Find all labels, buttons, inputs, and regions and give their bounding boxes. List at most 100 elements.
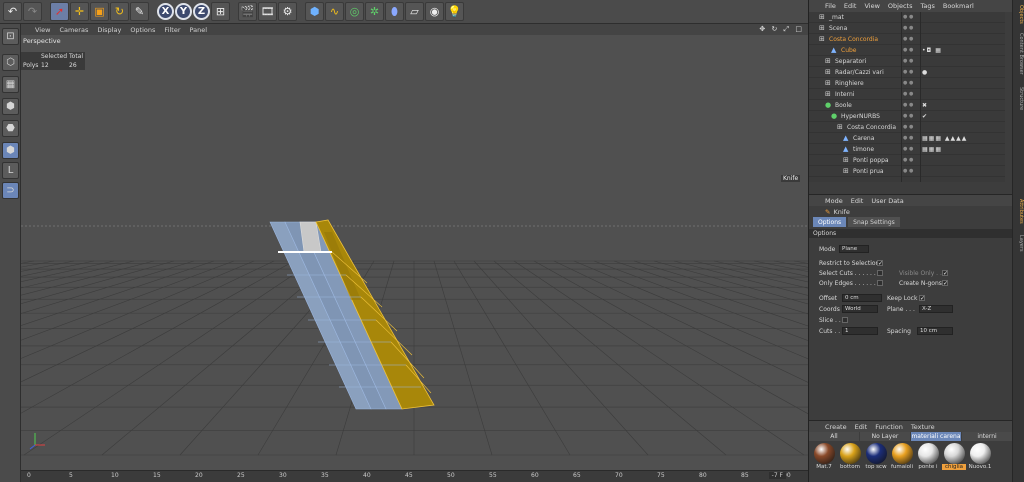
vp-menu-cameras[interactable]: Cameras [59, 26, 88, 34]
material-filter-tab[interactable]: All [809, 432, 859, 441]
om-menu-tags[interactable]: Tags [920, 2, 934, 10]
am-menu-edit[interactable]: Edit [851, 197, 864, 205]
object-row[interactable]: ⊞ Ponti prua ● ● [809, 166, 1005, 177]
texture-mode-icon[interactable]: ▦ [2, 76, 19, 93]
only-edges-checkbox[interactable] [877, 280, 883, 286]
visibility-dots-icon[interactable]: ● ● [903, 91, 913, 97]
object-row[interactable]: ⊞ Scena ● ● [809, 23, 1005, 34]
tab-options[interactable]: Options [813, 217, 847, 227]
edges-mode-icon[interactable]: ⬣ [2, 120, 19, 137]
side-tab-attributes[interactable]: Attributes [1014, 194, 1024, 228]
object-tags[interactable]: ✖ [922, 102, 928, 109]
object-tags[interactable]: •◘ ▦ [922, 47, 942, 54]
material-item[interactable]: bottom [838, 443, 862, 470]
visibility-dots-icon[interactable]: ● ● [903, 58, 913, 64]
object-row[interactable]: ⊞ Ringhiere ● ● [809, 78, 1005, 89]
visibility-dots-icon[interactable]: ● ● [903, 69, 913, 75]
material-filter-tab[interactable]: materiali carena [911, 432, 961, 441]
object-row[interactable]: ● HyperNURBS ● ● ✔ [809, 111, 1005, 122]
light-icon[interactable]: 💡 [445, 2, 464, 21]
material-filter-tab[interactable]: interni [962, 432, 1012, 441]
y-axis-lock-icon[interactable]: Y [175, 3, 192, 20]
timeline-ruler[interactable]: 0 5 10 15 20 25 30 35 40 45 50 55 60 65 70 75 80 85 90 -7 … [21, 470, 808, 482]
visibility-dots-icon[interactable]: ● ● [903, 14, 913, 20]
material-item[interactable]: fumaioli [890, 443, 914, 470]
side-tab-objects[interactable]: Objects [1014, 2, 1024, 26]
visible-only-checkbox[interactable]: ✓ [942, 270, 948, 277]
x-axis-lock-icon[interactable]: X [157, 3, 174, 20]
scene-floor-icon[interactable]: ▱ [405, 2, 424, 21]
object-row[interactable]: ▲ Carena ● ● ▦▦▦ ▲▲▲▲ [809, 133, 1005, 144]
visibility-dots-icon[interactable]: ● ● [903, 25, 913, 31]
viewport-nav-icons[interactable]: ✥ ↻ ⤢ □ [759, 25, 804, 34]
object-row[interactable]: ⊞ Radar/Cazzi vari ● ● ● [809, 67, 1005, 78]
object-tags[interactable]: ● [922, 69, 928, 76]
coords-dropdown[interactable]: World [842, 305, 878, 313]
render-picture-viewer-icon[interactable]: 🎞 [258, 2, 277, 21]
cuts-field[interactable]: 1 [842, 327, 878, 335]
scale-icon[interactable]: ▣ [90, 2, 109, 21]
side-tab-content-browser[interactable]: Content Browser [1014, 30, 1024, 78]
knife-icon[interactable]: ✎ [130, 2, 149, 21]
visibility-dots-icon[interactable]: ● ● [903, 124, 913, 130]
side-tab-structure[interactable]: Structure [1014, 82, 1024, 116]
om-menu-file[interactable]: File [825, 2, 836, 10]
am-menu-mode[interactable]: Mode [825, 197, 843, 205]
deformer-icon[interactable]: ⬮ [385, 2, 404, 21]
object-row[interactable]: ⊞ Costa Concordia ● ● [809, 34, 1005, 45]
spline-pen-icon[interactable]: ∿ [325, 2, 344, 21]
camera-icon[interactable]: ◉ [425, 2, 444, 21]
axis-mode-icon[interactable]: L [2, 162, 19, 179]
mm-menu-edit[interactable]: Edit [855, 423, 868, 431]
render-view-icon[interactable]: 🎬 [238, 2, 257, 21]
visibility-dots-icon[interactable]: ● ● [903, 146, 913, 152]
mm-menu-function[interactable]: Function [875, 423, 903, 431]
viewport-canvas[interactable] [21, 35, 808, 470]
mm-menu-texture[interactable]: Texture [911, 423, 935, 431]
move-icon[interactable]: ✛ [70, 2, 89, 21]
object-tags[interactable]: ▦▦▦ [922, 146, 942, 153]
object-row[interactable]: ⊞ _mat ● ● [809, 12, 1005, 23]
object-row[interactable]: ▲ Cube ● ● •◘ ▦ [809, 45, 1005, 56]
object-row[interactable]: ▲ timone ● ● ▦▦▦ [809, 144, 1005, 155]
plane-dropdown[interactable]: X-Z [919, 305, 953, 313]
material-item[interactable]: top scw [864, 443, 888, 470]
am-menu-user-data[interactable]: User Data [871, 197, 903, 205]
material-item[interactable]: Mat.7 [812, 443, 836, 470]
vp-menu-filter[interactable]: Filter [164, 26, 180, 34]
make-editable-icon[interactable]: ⊡ [2, 28, 19, 45]
offset-field[interactable]: 0 cm [842, 294, 882, 302]
om-menu-edit[interactable]: Edit [844, 2, 857, 10]
object-row[interactable]: ⊞ Costa Concordia ● ● [809, 122, 1005, 133]
create-ngons-checkbox[interactable]: ✓ [942, 280, 948, 287]
visibility-dots-icon[interactable]: ● ● [903, 36, 913, 42]
spacing-field[interactable]: 10 cm [917, 327, 953, 335]
om-menu-view[interactable]: View [864, 2, 879, 10]
visibility-dots-icon[interactable]: ● ● [903, 168, 913, 174]
cube-object-icon[interactable]: ⬢ [305, 2, 324, 21]
material-filter-tab[interactable]: No Layer [860, 432, 910, 441]
vp-menu-view[interactable]: View [35, 26, 50, 34]
select-arrow-icon[interactable]: ➚ [50, 2, 69, 21]
om-menu-bookmarks[interactable]: Bookmarl [943, 2, 974, 10]
z-axis-lock-icon[interactable]: Z [193, 3, 210, 20]
model-mode-icon[interactable]: ⬡ [2, 54, 19, 71]
select-cuts-checkbox[interactable] [877, 270, 883, 276]
render-settings-icon[interactable]: ⚙ [278, 2, 297, 21]
mode-dropdown[interactable]: Plane [839, 245, 869, 253]
tab-snap-settings[interactable]: Snap Settings [848, 217, 900, 227]
polygons-mode-icon[interactable]: ⬢ [2, 142, 19, 159]
restrict-checkbox[interactable]: ✓ [877, 260, 883, 267]
visibility-dots-icon[interactable]: ● ● [903, 113, 913, 119]
material-item[interactable]: ponte i [916, 443, 940, 470]
object-row[interactable]: ⊞ Interni ● ● [809, 89, 1005, 100]
points-mode-icon[interactable]: ⬢ [2, 98, 19, 115]
material-item[interactable]: Nuovo.1 [968, 443, 992, 470]
visibility-dots-icon[interactable]: ● ● [903, 80, 913, 86]
object-row[interactable]: ⊞ Ponti poppa ● ● [809, 155, 1005, 166]
current-frame-field[interactable]: -7 F [768, 472, 786, 479]
keep-lock-checkbox[interactable]: ✓ [919, 295, 925, 302]
object-tags[interactable]: ✔ [922, 113, 928, 120]
rotate-icon[interactable]: ↻ [110, 2, 129, 21]
vp-menu-options[interactable]: Options [130, 26, 155, 34]
